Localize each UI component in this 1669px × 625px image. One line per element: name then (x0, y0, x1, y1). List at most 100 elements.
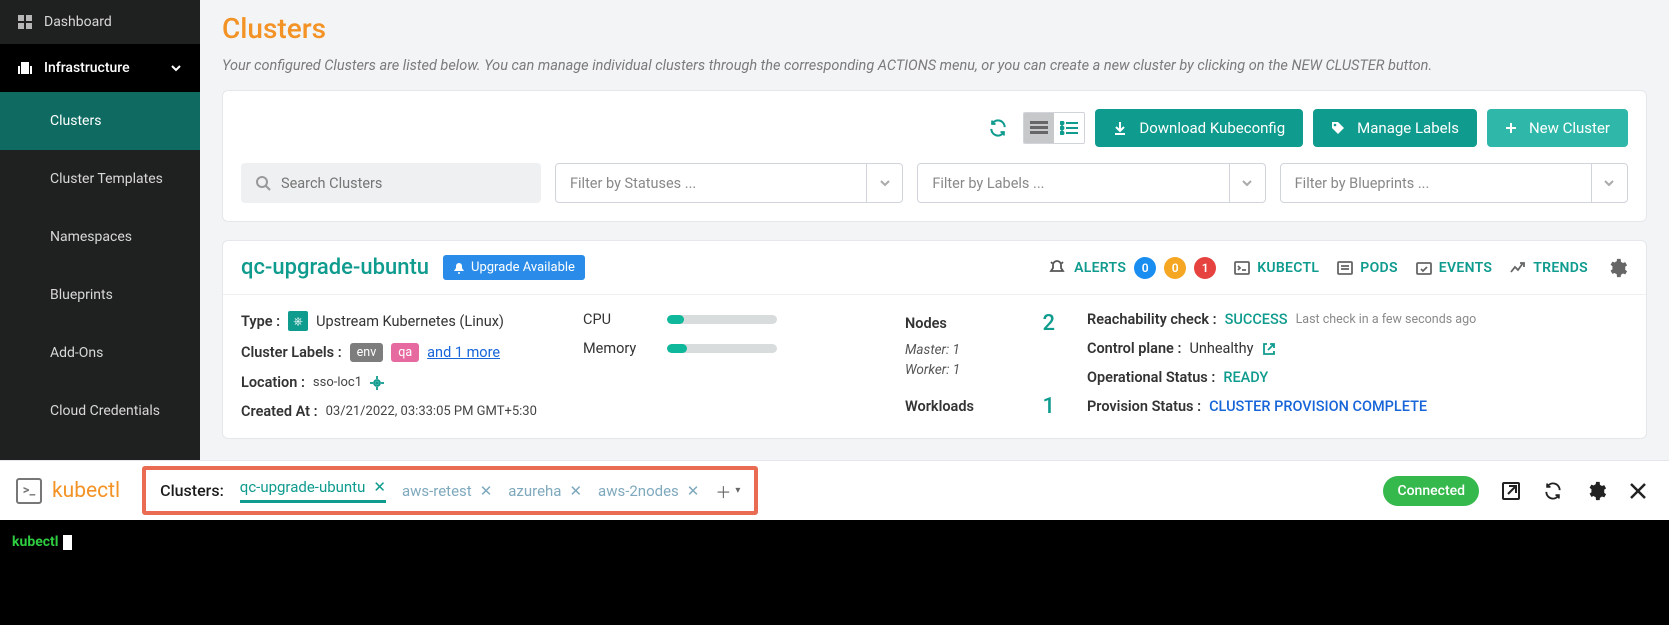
refresh-button[interactable] (983, 113, 1013, 143)
reach-note: Last check in a few seconds ago (1296, 312, 1477, 327)
cluster-settings-button[interactable] (1606, 257, 1628, 279)
add-cluster-tab-button[interactable]: ＋▾ (715, 479, 740, 503)
kubectl-brand: >_ kubectl (0, 461, 136, 520)
plus-icon (1505, 122, 1517, 134)
chevron-down-icon (1229, 164, 1265, 202)
upgrade-available-badge[interactable]: Upgrade Available (443, 255, 585, 280)
alerts-group: ALERTS 0 0 1 (1048, 257, 1216, 279)
cluster-tab[interactable]: azureha ✕ (508, 482, 582, 500)
cluster-tab-active[interactable]: qc-upgrade-ubuntu ✕ (240, 478, 386, 503)
location-label: Location (241, 374, 305, 391)
view-card-button[interactable] (1024, 113, 1054, 143)
prov-value[interactable]: CLUSTER PROVISION COMPLETE (1209, 398, 1427, 415)
cluster-card: qc-upgrade-ubuntu Upgrade Available ALER… (222, 240, 1647, 439)
sidebar-sub-add-ons[interactable]: Add-Ons (0, 324, 200, 382)
alert-count-info[interactable]: 0 (1134, 257, 1156, 279)
search-input[interactable] (281, 175, 527, 192)
infrastructure-icon (18, 61, 32, 75)
sidebar-item-dashboard[interactable]: Dashboard (0, 0, 200, 44)
calendar-check-icon (1416, 261, 1432, 275)
chevron-down-icon (1591, 164, 1627, 202)
sidebar-sub-blueprints[interactable]: Blueprints (0, 266, 200, 324)
created-label: Created At (241, 403, 318, 420)
filter-blueprints-select[interactable]: Filter by Blueprints ... (1280, 163, 1628, 203)
dashboard-icon (18, 15, 32, 29)
download-icon (1113, 121, 1127, 135)
list-icon (1337, 261, 1353, 275)
search-icon (255, 175, 271, 191)
terminal-prompt: kubectl (12, 534, 59, 550)
alert-bell-icon (1048, 259, 1066, 277)
kubernetes-icon: ⎈ (288, 311, 308, 331)
alert-count-error[interactable]: 1 (1194, 257, 1216, 279)
labels-label: Cluster Labels (241, 344, 342, 361)
location-value: sso-loc1 (313, 375, 362, 390)
filter-status-select[interactable]: Filter by Statuses ... (555, 163, 903, 203)
sidebar-sub-cluster-templates[interactable]: Cluster Templates (0, 150, 200, 208)
labels-more-link[interactable]: and 1 more (427, 344, 500, 361)
cluster-tab[interactable]: aws-2nodes ✕ (598, 482, 699, 500)
pods-link[interactable]: PODS (1337, 260, 1398, 276)
trend-icon (1510, 261, 1526, 275)
workloads-label: Workloads (905, 398, 974, 415)
search-clusters-box[interactable] (241, 163, 541, 203)
prov-label: Provision Status (1087, 398, 1201, 415)
view-list-button[interactable] (1054, 113, 1084, 143)
gear-icon[interactable] (1585, 480, 1607, 502)
master-count: Master: 1 (905, 342, 1055, 358)
sidebar-item-infrastructure[interactable]: Infrastructure (0, 44, 200, 92)
main-content: Clusters Your configured Clusters are li… (200, 0, 1669, 460)
sidebar-sub-cloud-credentials[interactable]: Cloud Credentials (0, 382, 200, 440)
close-icon[interactable]: ✕ (480, 482, 493, 500)
sidebar-sub-clusters[interactable]: Clusters (0, 92, 200, 150)
view-toggle (1023, 112, 1085, 144)
open-external-icon[interactable] (1501, 481, 1521, 501)
filter-labels-select[interactable]: Filter by Labels ... (917, 163, 1265, 203)
sidebar-label: Dashboard (44, 14, 112, 30)
close-icon[interactable]: ✕ (687, 482, 700, 500)
manage-labels-button[interactable]: Manage Labels (1313, 109, 1477, 147)
trends-link[interactable]: TRENDS (1510, 260, 1588, 276)
terminal-icon (1234, 261, 1250, 275)
reach-label: Reachability check (1087, 311, 1217, 328)
worker-count: Worker: 1 (905, 362, 1055, 378)
refresh-icon[interactable] (1543, 481, 1563, 501)
external-link-icon[interactable] (1262, 342, 1276, 356)
terminal-pane[interactable]: kubectl (0, 520, 1669, 625)
type-label: Type (241, 313, 280, 330)
alert-count-warn[interactable]: 0 (1164, 257, 1186, 279)
tag-icon (1331, 121, 1345, 135)
close-icon[interactable]: ✕ (569, 482, 582, 500)
terminal-cursor (63, 535, 72, 550)
kubectl-link[interactable]: KUBECTL (1234, 260, 1319, 276)
page-description: Your configured Clusters are listed belo… (222, 57, 1647, 74)
download-kubeconfig-button[interactable]: Download Kubeconfig (1095, 109, 1303, 147)
label-chip-env[interactable]: env (350, 343, 384, 362)
location-target-icon (370, 376, 384, 390)
close-icon[interactable]: ✕ (373, 478, 386, 496)
nodes-label: Nodes (905, 315, 947, 332)
cluster-name-link[interactable]: qc-upgrade-ubuntu (241, 255, 429, 280)
workloads-value: 1 (1042, 394, 1055, 419)
page-title: Clusters (222, 12, 1647, 45)
close-icon[interactable] (1629, 482, 1647, 500)
label-chip-qa[interactable]: qa (391, 343, 419, 362)
control-label: Control plane (1087, 340, 1181, 357)
control-value: Unhealthy (1189, 340, 1253, 357)
created-value: 03/21/2022, 03:33:05 PM GMT+5:30 (326, 404, 537, 419)
type-value: Upstream Kubernetes (Linux) (316, 313, 504, 330)
alerts-label: ALERTS (1074, 260, 1126, 276)
new-cluster-button[interactable]: New Cluster (1487, 109, 1628, 147)
reach-value: SUCCESS (1225, 311, 1288, 328)
cluster-tab[interactable]: aws-retest ✕ (402, 482, 492, 500)
sidebar-sub-namespaces[interactable]: Namespaces (0, 208, 200, 266)
toolbar-card: Download Kubeconfig Manage Labels New Cl… (222, 90, 1647, 222)
events-link[interactable]: EVENTS (1416, 260, 1492, 276)
chevron-down-icon (866, 164, 902, 202)
op-label: Operational Status (1087, 369, 1215, 386)
terminal-icon: >_ (16, 478, 42, 504)
cpu-meter: CPU (583, 311, 873, 328)
cluster-header: qc-upgrade-ubuntu Upgrade Available ALER… (223, 241, 1646, 295)
nodes-value: 2 (1042, 311, 1055, 336)
clusters-tabs-label: Clusters: (160, 481, 224, 500)
